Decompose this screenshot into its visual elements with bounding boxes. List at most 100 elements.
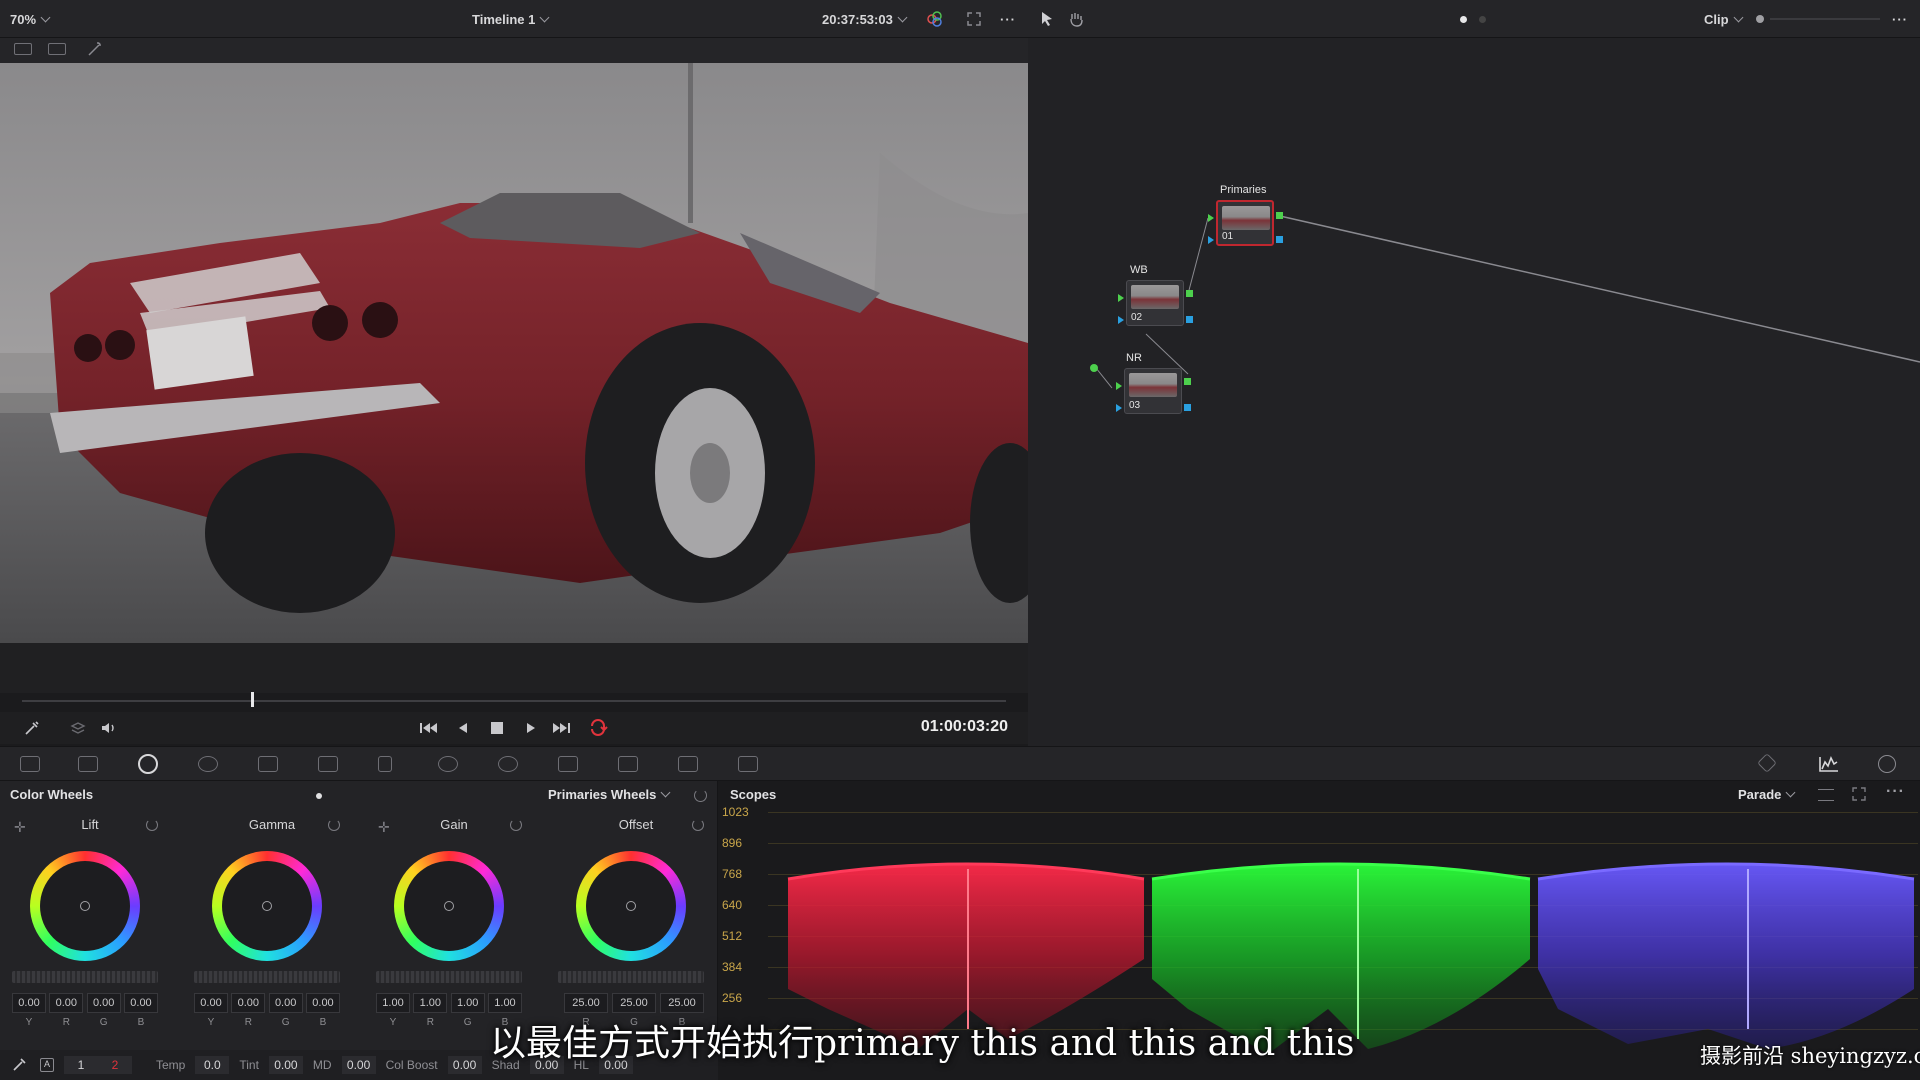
node-editor[interactable]: Primaries 01 WB 02 NR 03: [1028, 38, 1920, 746]
gain-g-value[interactable]: 1.00: [450, 993, 485, 1013]
wheel-center-handle[interactable]: [626, 901, 636, 911]
hand-tool-icon[interactable]: [1068, 0, 1084, 38]
color-match-icon[interactable]: [78, 756, 98, 772]
speaker-icon[interactable]: [100, 720, 118, 739]
gamma-y-value[interactable]: 0.00: [194, 993, 228, 1013]
page-2-button[interactable]: 2: [98, 1056, 132, 1074]
magic-wand-icon[interactable]: [86, 40, 104, 61]
page-dot-icon[interactable]: [316, 793, 322, 799]
gamma-master-slider[interactable]: [194, 971, 340, 983]
page-1-button[interactable]: 1: [64, 1056, 98, 1074]
gain-b-value[interactable]: 1.00: [487, 993, 522, 1013]
node-zoom-slider[interactable]: [1756, 0, 1880, 38]
tint-value[interactable]: 0.00: [268, 1056, 303, 1074]
md-value[interactable]: 0.00: [341, 1056, 376, 1074]
node-output-port[interactable]: [1276, 236, 1283, 243]
gamma-b-value[interactable]: 0.00: [305, 993, 340, 1013]
skip-to-start-icon[interactable]: [418, 720, 438, 739]
node-wb[interactable]: 02: [1126, 280, 1184, 326]
blur-icon[interactable]: [558, 756, 578, 772]
single-viewer-icon[interactable]: [14, 43, 32, 55]
stop-icon[interactable]: [490, 721, 504, 738]
lift-master-slider[interactable]: [12, 971, 158, 983]
node-nr[interactable]: 03: [1124, 368, 1182, 414]
node-primaries[interactable]: 01: [1216, 200, 1274, 246]
pointer-tool-icon[interactable]: [1040, 0, 1054, 38]
gamma-g-value[interactable]: 0.00: [268, 993, 303, 1013]
tracker-icon[interactable]: [498, 756, 518, 772]
grid-viewer-icon[interactable]: [48, 43, 66, 55]
eyedropper-icon[interactable]: [24, 720, 42, 739]
node-options-icon[interactable]: ···: [1892, 0, 1908, 38]
keyframes-icon[interactable]: [1757, 753, 1777, 773]
curves-icon[interactable]: [318, 756, 338, 772]
mode-dropdown[interactable]: Clip: [1704, 0, 1744, 38]
gain-r-value[interactable]: 1.00: [413, 993, 448, 1013]
auto-color-icon[interactable]: A: [40, 1058, 54, 1072]
node-input-port[interactable]: [1116, 382, 1122, 390]
camera-raw-icon[interactable]: [20, 756, 40, 772]
node-output-port[interactable]: [1276, 212, 1283, 219]
skip-to-end-icon[interactable]: [552, 720, 572, 739]
timecode-dropdown[interactable]: 20:37:53:03: [822, 0, 908, 38]
node-input-port[interactable]: [1116, 404, 1122, 412]
auto-balance-icon[interactable]: [12, 1056, 30, 1075]
node-output-port[interactable]: [1186, 316, 1193, 323]
node-input-port[interactable]: [1208, 236, 1214, 244]
play-icon[interactable]: [524, 720, 538, 739]
sizing-icon[interactable]: [678, 756, 698, 772]
lift-y-value[interactable]: 0.00: [12, 993, 46, 1013]
offset-master-slider[interactable]: [558, 971, 704, 983]
3d-icon[interactable]: [738, 756, 758, 772]
node-output-port[interactable]: [1184, 378, 1191, 385]
scope-settings-icon[interactable]: [1818, 789, 1834, 801]
wheels-mode-dropdown[interactable]: Primaries Wheels: [548, 787, 671, 802]
wheel-center-handle[interactable]: [444, 901, 454, 911]
window-icon[interactable]: [438, 756, 458, 772]
color-bypass-icon[interactable]: [926, 0, 944, 38]
loop-icon[interactable]: [588, 719, 608, 740]
fullscreen-icon[interactable]: [966, 0, 982, 38]
motion-effects-icon[interactable]: [258, 756, 278, 772]
gain-y-value[interactable]: 1.00: [376, 993, 410, 1013]
lift-r-value[interactable]: 0.00: [49, 993, 84, 1013]
node-page-dot-icon[interactable]: [1460, 0, 1486, 38]
layers-icon[interactable]: [70, 720, 86, 739]
key-icon[interactable]: [618, 756, 638, 772]
scopes-toggle-icon[interactable]: [1818, 755, 1840, 776]
gain-master-slider[interactable]: [376, 971, 522, 983]
node-output-port[interactable]: [1186, 290, 1193, 297]
node-input-port[interactable]: [1208, 214, 1214, 222]
reset-icon[interactable]: [692, 819, 704, 831]
playhead[interactable]: [251, 692, 255, 707]
zoom-dropdown[interactable]: 70%: [10, 0, 51, 38]
lift-g-value[interactable]: 0.00: [86, 993, 121, 1013]
node-input-port[interactable]: [1118, 294, 1124, 302]
reset-icon[interactable]: [510, 819, 522, 831]
gamma-r-value[interactable]: 0.00: [231, 993, 266, 1013]
rgb-mixer-icon[interactable]: [198, 756, 218, 772]
qualifier-icon[interactable]: [378, 756, 392, 772]
reset-all-icon[interactable]: [694, 789, 707, 802]
node-input-port[interactable]: [1118, 316, 1124, 324]
offset-b-value[interactable]: 25.00: [660, 993, 704, 1013]
node-output-port[interactable]: [1184, 404, 1191, 411]
timeline-dropdown[interactable]: Timeline 1: [472, 0, 550, 38]
reset-icon[interactable]: [146, 819, 158, 831]
offset-r-value[interactable]: 25.00: [564, 993, 608, 1013]
scope-expand-icon[interactable]: [1852, 787, 1866, 804]
offset-g-value[interactable]: 25.00: [612, 993, 656, 1013]
viewer-options-icon[interactable]: ···: [1000, 0, 1016, 38]
lift-b-value[interactable]: 0.00: [123, 993, 158, 1013]
wheel-center-handle[interactable]: [80, 901, 90, 911]
play-reverse-icon[interactable]: [456, 720, 470, 739]
video-viewer[interactable]: [0, 63, 1028, 643]
color-wheels-icon[interactable]: [138, 754, 158, 774]
source-input-port[interactable]: [1090, 364, 1098, 372]
info-icon[interactable]: [1878, 755, 1896, 773]
timeline-scrubber[interactable]: [22, 700, 1006, 702]
wheel-center-handle[interactable]: [262, 901, 272, 911]
colboost-value[interactable]: 0.00: [447, 1056, 482, 1074]
scope-mode-dropdown[interactable]: Parade: [1738, 787, 1796, 802]
scope-options-icon[interactable]: ···: [1886, 783, 1905, 801]
